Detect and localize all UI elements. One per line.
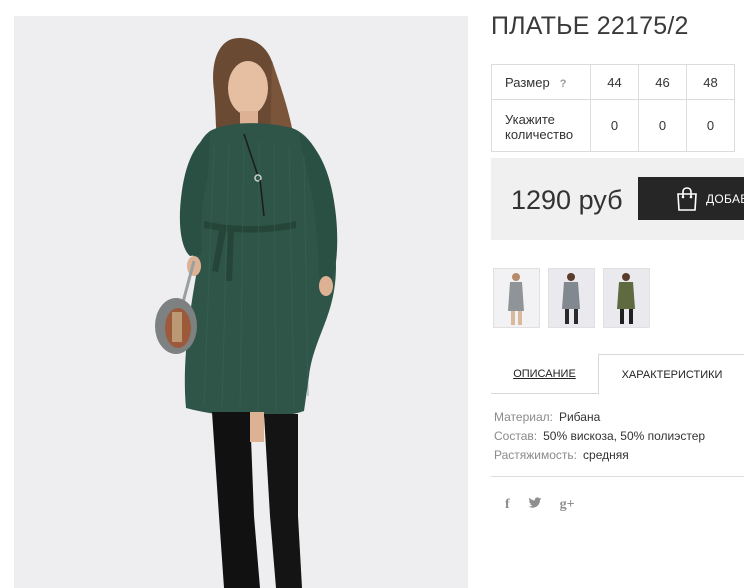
spec-key: Состав:	[494, 429, 538, 443]
main-product-image[interactable]	[14, 16, 468, 588]
spec-value: средняя	[583, 448, 629, 462]
spec-value: 50% вискоза, 50% полиэстер	[543, 429, 706, 443]
product-title: ПЛАТЬЕ 22175/2	[491, 12, 689, 40]
divider	[491, 476, 744, 477]
spec-row-material: Материал: Рибана	[494, 408, 705, 427]
twitter-icon[interactable]	[528, 497, 542, 513]
spec-row-stretch: Растяжимость: средняя	[494, 446, 705, 465]
qty-label-cell: Укажите количество	[491, 99, 591, 152]
size-label-cell: Размер?	[491, 64, 591, 100]
tab-characteristics[interactable]: ХАРАКТЕРИСТИКИ	[598, 354, 744, 395]
spec-value: Рибана	[558, 410, 601, 424]
spec-key: Материал:	[494, 410, 553, 424]
spec-row-composition: Состав: 50% вискоза, 50% полиэстер	[494, 427, 705, 446]
size-label: Размер	[505, 74, 550, 90]
qty-input-44[interactable]: 0	[590, 99, 639, 152]
price-box: 1290 руб ДОБАВИТЬ	[491, 158, 744, 240]
price: 1290 руб	[511, 185, 623, 215]
thumbnail-1[interactable]	[493, 268, 540, 328]
qty-input-46[interactable]: 0	[638, 99, 687, 152]
help-icon[interactable]: ?	[560, 78, 567, 90]
facebook-icon[interactable]: f	[505, 497, 510, 513]
spec-key: Растяжимость:	[494, 448, 578, 462]
size-48: 48	[686, 64, 735, 100]
size-44: 44	[590, 64, 639, 100]
product-tabs: ОПИСАНИЕ ХАРАКТЕРИСТИКИ	[491, 354, 744, 395]
add-to-cart-button[interactable]: ДОБАВИТЬ	[638, 177, 744, 220]
social-share: f g+	[505, 497, 593, 513]
shopping-bag-icon	[676, 186, 698, 211]
tab-description[interactable]: ОПИСАНИЕ	[491, 354, 598, 393]
size-46: 46	[638, 64, 687, 100]
add-to-cart-label: ДОБАВИТЬ	[706, 191, 744, 206]
qty-input-48[interactable]: 0	[686, 99, 735, 152]
thumbnail-2[interactable]	[548, 268, 595, 328]
google-plus-icon[interactable]: g+	[560, 497, 575, 513]
qty-label: Укажите количество	[505, 111, 574, 142]
thumbnail-3[interactable]	[603, 268, 650, 328]
size-quantity-table: Размер? 44 46 48 Укажите количество 0 0 …	[491, 64, 735, 152]
characteristics-list: Материал: Рибана Состав: 50% вискоза, 50% …	[494, 408, 705, 465]
